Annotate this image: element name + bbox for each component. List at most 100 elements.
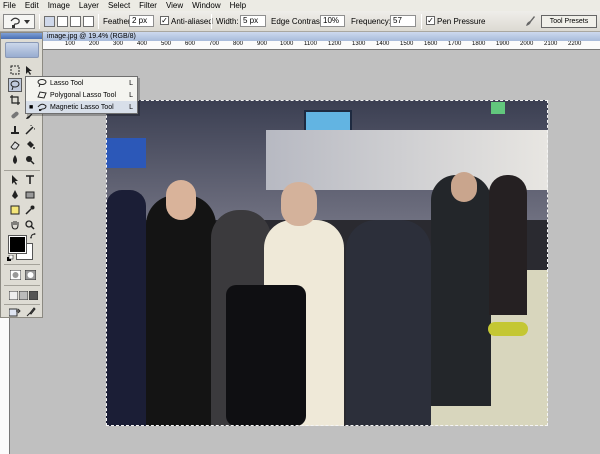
marquee-icon [10, 65, 20, 75]
standard-mode-icon [9, 270, 21, 280]
vertical-ruler[interactable] [0, 318, 10, 454]
notes-tool[interactable] [8, 203, 22, 217]
edge-contrast-label: Edge Contrast: [271, 17, 325, 26]
add-to-selection-button[interactable] [57, 16, 68, 27]
tool-presets-tab[interactable]: Tool Presets [541, 15, 597, 28]
width-input[interactable]: 5 px [240, 15, 266, 27]
current-tool-bullet: ■ [29, 103, 34, 111]
crop-tool[interactable] [8, 93, 22, 107]
blur-icon [13, 155, 17, 164]
photo-canvas[interactable] [106, 100, 548, 426]
lasso-tool-flyout: Lasso Tool L Polygonal Lasso Tool L ■ Ma… [25, 76, 138, 114]
ruler-label: 1500 [400, 41, 414, 47]
lasso-tool[interactable] [8, 78, 22, 92]
options-bar: Feather: 2 px ✓ Anti-aliased Width: 5 px… [0, 11, 600, 32]
standard-mode-button[interactable] [8, 268, 22, 282]
new-selection-button[interactable] [44, 16, 55, 27]
subtract-from-selection-button[interactable] [70, 16, 81, 27]
hand-tool[interactable] [8, 218, 22, 232]
eyedropper-tool[interactable] [23, 203, 37, 217]
eraser-tool[interactable] [8, 138, 22, 152]
frequency-label: Frequency: [351, 17, 392, 26]
menu-select[interactable]: Select [108, 0, 130, 11]
notes-icon [10, 205, 20, 215]
history-brush-tool[interactable] [23, 123, 37, 137]
ruler-label: 1400 [376, 41, 390, 47]
photo-coat [226, 285, 306, 426]
photo-person-backpack [346, 220, 431, 426]
ruler-label: 1700 [448, 41, 462, 47]
anti-aliased-label: Anti-aliased [171, 17, 213, 26]
flyout-item-magnetic-lasso[interactable]: ■ Magnetic Lasso Tool L [26, 101, 137, 113]
jump-to-imageready-button[interactable] [8, 305, 22, 319]
menu-image[interactable]: Image [48, 0, 70, 11]
shape-tool[interactable] [23, 188, 37, 202]
flyout-item-lasso[interactable]: Lasso Tool L [26, 77, 137, 89]
tool-preset-picker[interactable] [3, 14, 35, 29]
default-colors-icon[interactable] [7, 255, 14, 262]
blur-tool[interactable] [8, 153, 22, 167]
photo-face [451, 172, 477, 202]
paint-bucket-tool[interactable] [23, 138, 37, 152]
screen-mode-full[interactable] [26, 288, 40, 302]
toolbox-title-bar[interactable] [1, 33, 42, 39]
ruler-label: 100 [65, 41, 76, 47]
edge-contrast-input[interactable]: 10% [320, 15, 345, 27]
photo-person [489, 175, 527, 315]
dodge-tool[interactable] [23, 153, 37, 167]
horizontal-ruler[interactable]: 100 200 300 400 500 600 700 800 900 1000… [43, 41, 600, 50]
clone-stamp-tool[interactable] [8, 123, 22, 137]
crop-icon [10, 95, 20, 105]
menu-edit[interactable]: Edit [25, 0, 39, 11]
flyout-item-polygonal-lasso[interactable]: Polygonal Lasso Tool L [26, 89, 137, 101]
path-selection-icon [12, 175, 18, 185]
ruler-label: 800 [233, 41, 244, 47]
photoshop-logo[interactable] [5, 42, 39, 58]
brushes-palette-icon[interactable] [524, 15, 536, 27]
pen-nib-button[interactable] [24, 305, 38, 319]
width-label: Width: [216, 17, 239, 26]
paint-bucket-icon [27, 141, 35, 149]
frequency-input[interactable]: 57 [390, 15, 416, 27]
foreground-color-swatch[interactable] [8, 235, 27, 254]
separator [421, 14, 422, 29]
toolbox [0, 32, 43, 318]
photo-face [281, 182, 317, 226]
ruler-label: 200 [89, 41, 100, 47]
pen-icon [12, 190, 18, 199]
intersect-selection-button[interactable] [83, 16, 94, 27]
magnetic-lasso-icon [10, 17, 20, 28]
anti-aliased-checkbox[interactable]: ✓ [160, 16, 169, 25]
menu-help[interactable]: Help [230, 0, 246, 11]
pen-pressure-checkbox[interactable]: ✓ [426, 16, 435, 25]
menu-view[interactable]: View [166, 0, 183, 11]
menu-file[interactable]: File [3, 0, 16, 11]
pen-pressure-label: Pen Pressure [437, 17, 486, 26]
menu-window[interactable]: Window [192, 0, 220, 11]
lasso-icon [10, 80, 20, 90]
quick-mask-button[interactable] [23, 268, 37, 282]
quick-mask-icon [24, 270, 36, 280]
photo-blue-sign [106, 138, 146, 168]
ruler-label: 2100 [544, 41, 558, 47]
ruler-label: 500 [161, 41, 172, 47]
healing-brush-tool[interactable] [8, 108, 22, 122]
feather-input[interactable]: 2 px [129, 15, 154, 27]
hand-icon [11, 221, 19, 230]
type-tool[interactable] [23, 173, 37, 187]
marquee-tool[interactable] [8, 63, 22, 77]
flyout-label: Magnetic Lasso Tool [50, 103, 114, 111]
ruler-label: 1200 [328, 41, 342, 47]
move-tool[interactable] [23, 63, 37, 77]
toolbox-divider [4, 285, 40, 286]
menu-layer[interactable]: Layer [79, 0, 99, 11]
pen-tool[interactable] [8, 188, 22, 202]
swap-colors-icon[interactable] [30, 233, 37, 240]
polygonal-lasso-icon [37, 91, 47, 99]
menu-filter[interactable]: Filter [139, 0, 157, 11]
zoom-tool[interactable] [23, 218, 37, 232]
separator [211, 14, 212, 29]
shape-icon [25, 191, 35, 199]
ruler-label: 600 [185, 41, 196, 47]
path-selection-tool[interactable] [8, 173, 22, 187]
